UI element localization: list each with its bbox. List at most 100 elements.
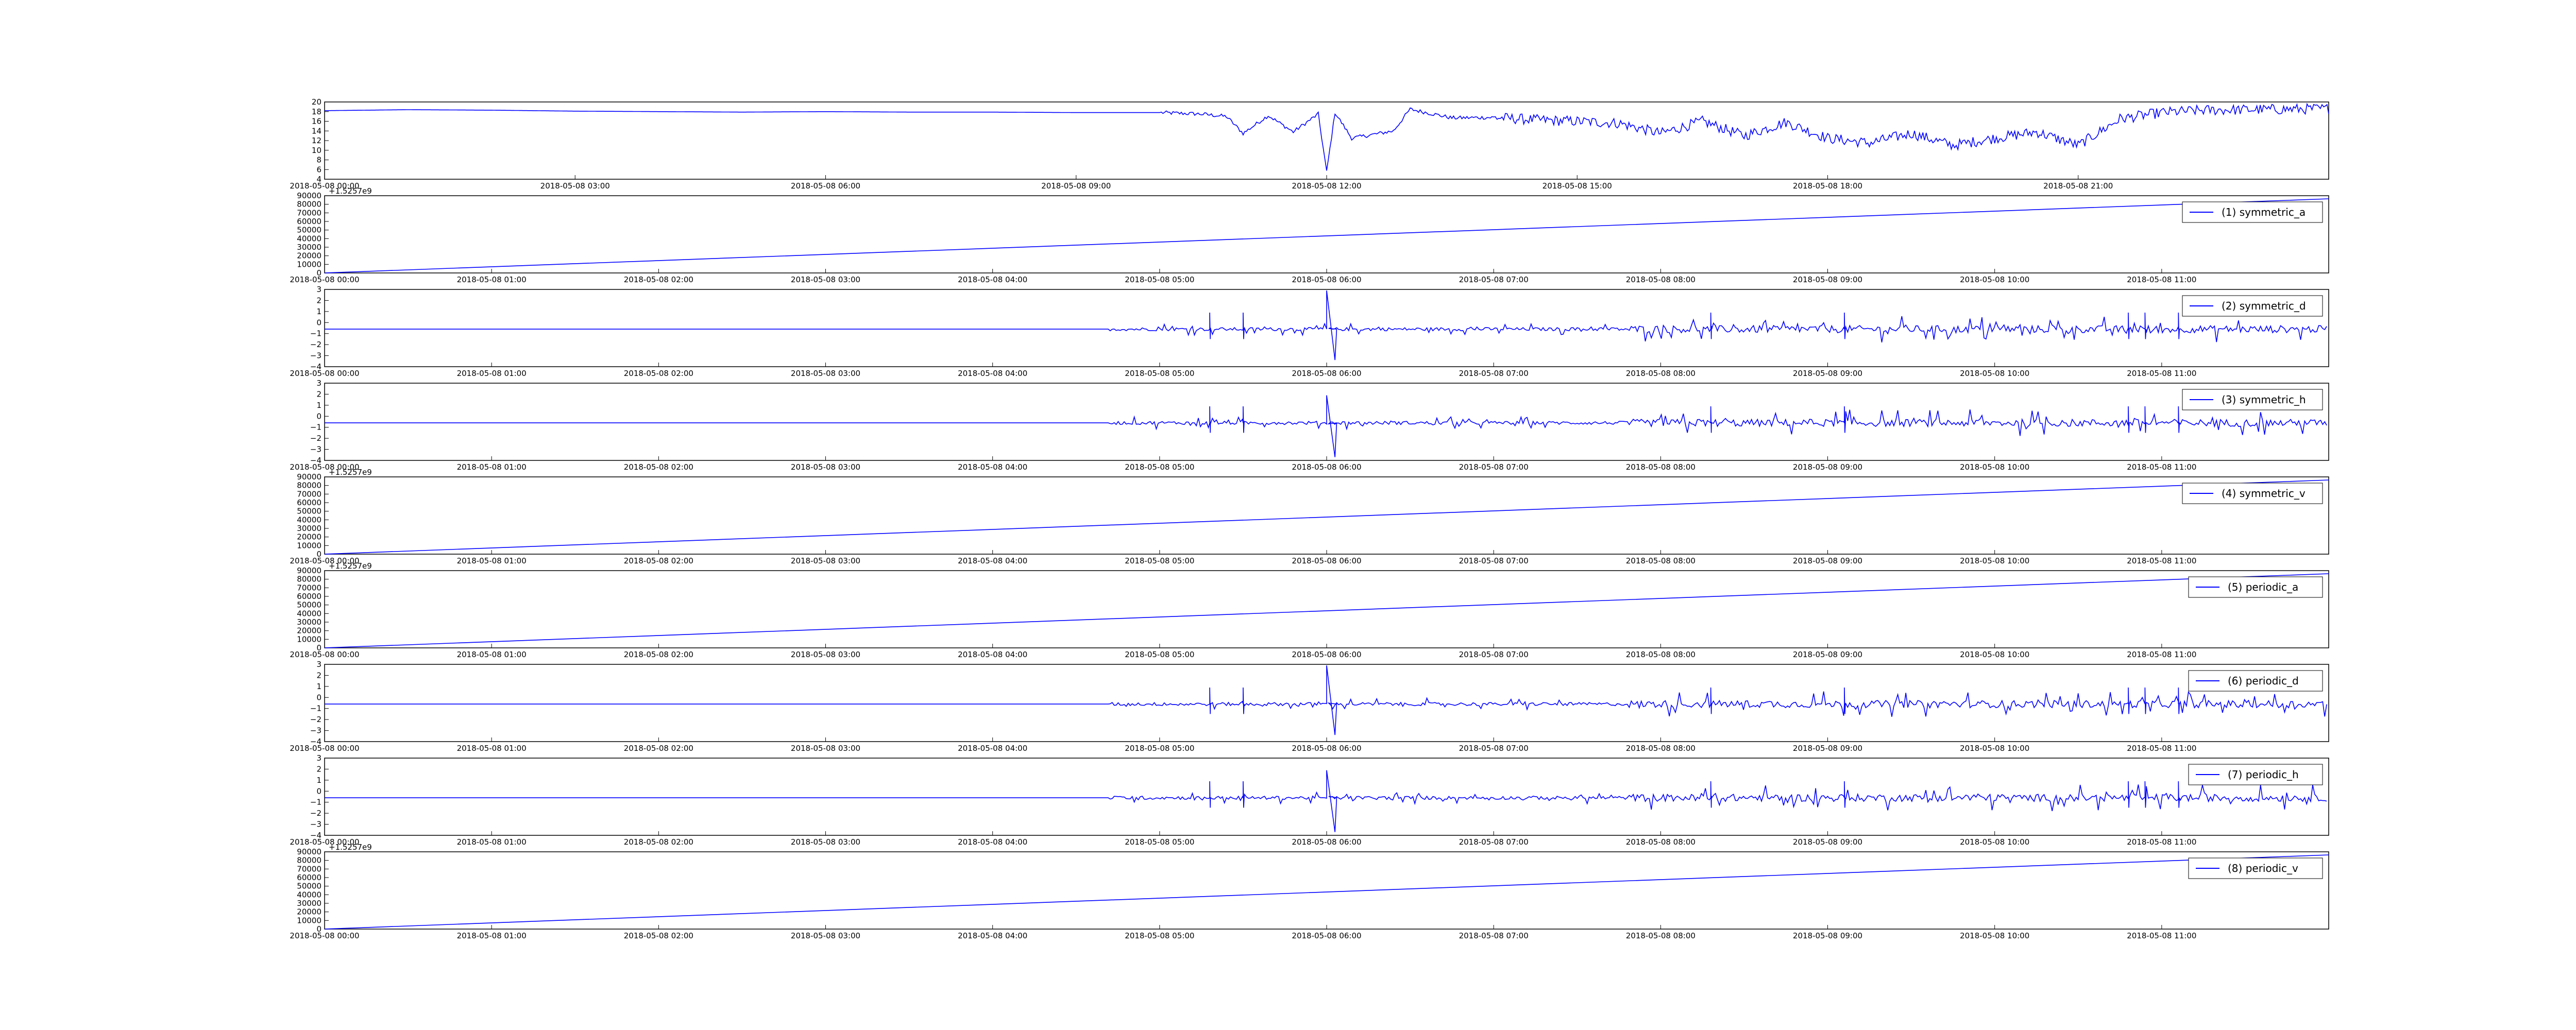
y-tick-label: 20000	[297, 626, 321, 636]
y-tick-label: 10000	[297, 634, 321, 644]
y-tick-label: 80000	[297, 856, 321, 865]
y-tick-label: −2	[310, 715, 321, 724]
x-tick-label: 2018-05-08 12:00	[1292, 181, 1361, 191]
offset-text: +1.5257e9	[329, 186, 372, 196]
x-tick-label: 2018-05-08 07:00	[1459, 931, 1529, 940]
y-tick-label: −1	[310, 423, 321, 432]
x-tick-label: 2018-05-08 06:00	[1292, 931, 1361, 940]
x-tick-label: 2018-05-08 01:00	[457, 556, 527, 565]
x-tick-label: 2018-05-08 08:00	[1626, 744, 1696, 753]
y-tick-label: 90000	[297, 191, 321, 200]
y-tick-label: −1	[310, 704, 321, 713]
y-tick-label: 30000	[297, 899, 321, 908]
x-tick-label: 2018-05-08 02:00	[624, 275, 693, 284]
x-tick-label: 2018-05-08 05:00	[1125, 744, 1194, 753]
x-tick-label: 2018-05-08 00:00	[290, 275, 359, 284]
y-tick-label: 16	[312, 117, 321, 126]
y-tick-label: 0	[316, 411, 321, 421]
y-tick-label: 3	[316, 285, 321, 294]
x-tick-label: 2018-05-08 06:00	[1292, 369, 1361, 378]
x-tick-label: 2018-05-08 03:00	[791, 275, 860, 284]
legend: (8) periodic_v	[2188, 857, 2323, 879]
x-tick-label: 2018-05-08 06:00	[1292, 837, 1361, 847]
y-tick-label: 20000	[297, 251, 321, 261]
legend: (3) symmetric_h	[2182, 389, 2323, 410]
y-tick-label: 10000	[297, 541, 321, 550]
x-tick-label: 2018-05-08 02:00	[624, 650, 693, 659]
y-tick-label: 60000	[297, 592, 321, 601]
x-tick-label: 2018-05-08 05:00	[1125, 275, 1194, 284]
y-tick-label: 30000	[297, 617, 321, 627]
x-tick-label: 2018-05-08 01:00	[457, 931, 527, 940]
y-tick-label: 30000	[297, 243, 321, 252]
x-tick-label: 2018-05-08 11:00	[2127, 931, 2196, 940]
y-tick-label: 14	[312, 126, 321, 135]
y-tick-label: 1	[316, 682, 321, 691]
figure: 4681012141618202018-05-08 00:00 2018-05-0…	[0, 0, 2576, 1030]
x-tick-label: 2018-05-08 03:00	[791, 744, 860, 753]
x-tick-label: 2018-05-08 09:00	[1041, 181, 1111, 191]
x-tick-label: 2018-05-08 11:00	[2127, 837, 2196, 847]
y-tick-label: 70000	[297, 208, 321, 217]
y-tick-label: −1	[310, 798, 321, 807]
x-tick-label: 2018-05-08 07:00	[1459, 369, 1529, 378]
y-tick-label: 18	[312, 107, 321, 116]
y-tick-label: −2	[310, 434, 321, 443]
x-tick-label: 2018-05-08 10:00	[1960, 556, 2029, 565]
y-tick-label: 1	[316, 307, 321, 316]
x-tick-label: 2018-05-08 03:00	[791, 837, 860, 847]
x-tick-label: 2018-05-08 00:00	[290, 744, 359, 753]
legend-label: (4) symmetric_v	[2222, 487, 2306, 500]
x-tick-label: 2018-05-08 05:00	[1125, 931, 1194, 940]
x-tick-label: 2018-05-08 01:00	[457, 744, 527, 753]
y-tick-label: −1	[310, 329, 321, 338]
x-tick-label: 2018-05-08 03:00	[791, 931, 860, 940]
x-tick-label: 2018-05-08 08:00	[1626, 556, 1696, 565]
y-tick-label: 50000	[297, 226, 321, 235]
y-tick-label: 6	[316, 165, 321, 174]
x-tick-label: 2018-05-08 06:00	[1292, 650, 1361, 659]
x-tick-label: 2018-05-08 07:00	[1459, 837, 1529, 847]
x-tick-label: 2018-05-08 04:00	[958, 931, 1027, 940]
x-tick-label: 2018-05-08 10:00	[1960, 275, 2029, 284]
x-tick-label: 2018-05-08 09:00	[1793, 369, 1862, 378]
x-tick-label: 2018-05-08 03:00	[791, 556, 860, 565]
legend-label: (3) symmetric_h	[2222, 393, 2306, 406]
x-tick-label: 2018-05-08 10:00	[1960, 462, 2029, 472]
legend-label: (6) periodic_d	[2228, 675, 2299, 687]
legend: (2) symmetric_d	[2182, 295, 2323, 317]
x-tick-label: 2018-05-08 01:00	[457, 650, 527, 659]
y-tick-label: 10000	[297, 260, 321, 269]
y-tick-label: 3	[316, 379, 321, 388]
legend: (1) symmetric_a	[2182, 201, 2323, 223]
x-tick-label: 2018-05-08 02:00	[624, 931, 693, 940]
y-tick-label: −3	[310, 351, 321, 360]
y-tick-label: −3	[310, 726, 321, 735]
x-tick-label: 2018-05-08 08:00	[1626, 462, 1696, 472]
x-tick-label: 2018-05-08 10:00	[1960, 837, 2029, 847]
x-tick-label: 2018-05-08 08:00	[1626, 931, 1696, 940]
legend-label: (8) periodic_v	[2228, 862, 2298, 874]
y-tick-label: 2	[316, 296, 321, 305]
y-tick-label: 8	[316, 156, 321, 165]
x-tick-label: 2018-05-08 05:00	[1125, 462, 1194, 472]
x-tick-label: 2018-05-08 01:00	[457, 837, 527, 847]
y-tick-label: 2	[316, 671, 321, 680]
y-tick-label: 70000	[297, 864, 321, 873]
y-tick-label: 70000	[297, 489, 321, 499]
x-tick-label: 2018-05-08 02:00	[624, 556, 693, 565]
y-tick-label: 2	[316, 764, 321, 774]
x-tick-label: 2018-05-08 09:00	[1793, 650, 1862, 659]
x-tick-label: 2018-05-08 07:00	[1459, 462, 1529, 472]
y-tick-label: 3	[316, 753, 321, 763]
y-tick-label: 40000	[297, 515, 321, 524]
x-tick-label: 2018-05-08 08:00	[1626, 837, 1696, 847]
x-tick-label: 2018-05-08 04:00	[958, 650, 1027, 659]
x-tick-label: 2018-05-08 00:00	[290, 931, 359, 940]
x-tick-label: 2018-05-08 05:00	[1125, 556, 1194, 565]
y-tick-label: 90000	[297, 847, 321, 856]
x-tick-label: 2018-05-08 06:00	[1292, 275, 1361, 284]
legend-label: (7) periodic_h	[2228, 768, 2299, 781]
x-tick-label: 2018-05-08 04:00	[958, 837, 1027, 847]
x-tick-label: 2018-05-08 06:00	[1292, 744, 1361, 753]
